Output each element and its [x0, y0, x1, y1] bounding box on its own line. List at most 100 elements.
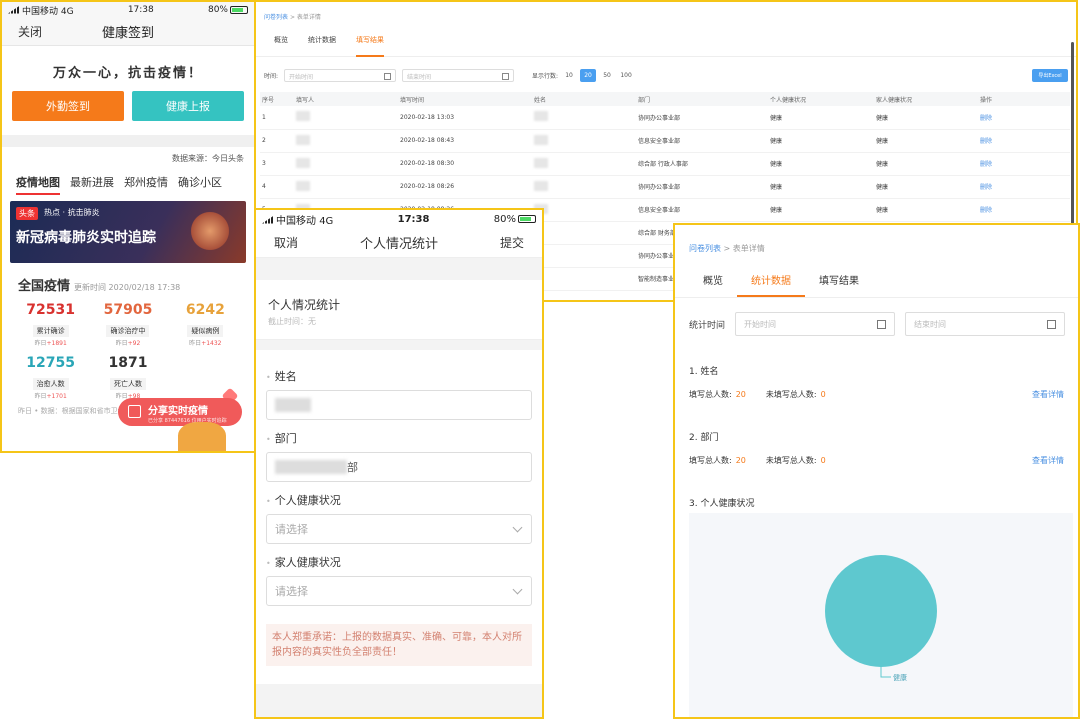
- page-size-10[interactable]: 10: [561, 69, 577, 82]
- row-delete-link[interactable]: 删除: [978, 175, 1070, 199]
- row-delete-link[interactable]: 删除: [978, 106, 1070, 130]
- tab-latest-progress[interactable]: 最新进展: [70, 174, 114, 195]
- health-checkin-phone: 中国移动 4G 17:38 80% 关闭 健康签到 万众一心，抗击疫情！ 外勤签…: [0, 0, 256, 453]
- tab-results[interactable]: 填写结果: [805, 264, 873, 297]
- family-health-placeholder: 请选择: [275, 585, 308, 598]
- banner-tagtext: 热点 · 抗击肺炎: [44, 208, 100, 217]
- row-name: [532, 106, 636, 130]
- pie-slice[interactable]: [825, 555, 937, 667]
- name-label: 姓名: [266, 368, 532, 384]
- table-row: 1 2020-02-18 13:03 协同办公事业部 健康 健康 删除: [260, 106, 1070, 130]
- unfilled-count: 0: [820, 390, 826, 399]
- page-size-20[interactable]: 20: [580, 69, 597, 82]
- view-details-link[interactable]: 查看详情: [1032, 455, 1064, 466]
- row-personal-health: 健康: [768, 152, 874, 176]
- stat-label: 死亡人数: [109, 378, 146, 390]
- export-excel-button[interactable]: 导出Excel: [1032, 69, 1068, 82]
- filled-count: 20: [735, 456, 746, 465]
- row-index: 2: [260, 129, 294, 153]
- field-checkin-button[interactable]: 外勤签到: [12, 91, 124, 121]
- stat-delta: 昨日+1432: [167, 338, 244, 347]
- end-date-input[interactable]: 结束时间: [402, 69, 515, 82]
- question-counts: 填写总人数: 20 未填写总人数: 0 查看详情: [675, 377, 1078, 400]
- table-row: 3 2020-02-18 08:30 综合部 行政人事部 健康 健康 删除: [260, 152, 1070, 176]
- question-block: 2. 部门 填写总人数: 20 未填写总人数: 0 查看详情: [675, 430, 1078, 466]
- tab-statistics[interactable]: 统计数据: [308, 35, 336, 56]
- page-size-100[interactable]: 100: [618, 69, 634, 82]
- family-health-label: 家人健康状况: [266, 554, 532, 570]
- stat-number: 1871: [108, 355, 148, 371]
- status-bar-2: 中国移动 4G 17:38 80%: [256, 210, 542, 228]
- share-button[interactable]: 分享实时疫情 已分享 87447616 位用户实时追踪: [118, 398, 242, 426]
- view-details-link[interactable]: 查看详情: [1032, 389, 1064, 400]
- share-title: 分享实时疫情: [148, 406, 208, 417]
- stats-grid: 72531 累计确诊 昨日+1891 57905 确诊治疗中 昨日+92 6242 疑似病例昨…: [2, 294, 254, 400]
- redacted-value: [534, 157, 548, 168]
- breadcrumb-link[interactable]: 问卷列表: [264, 14, 288, 21]
- col-name: 姓名: [532, 92, 636, 106]
- redacted-value: [534, 134, 548, 145]
- dept-label: 部门: [266, 430, 532, 446]
- start-date-input[interactable]: 开始时间: [284, 69, 397, 82]
- news-banner[interactable]: 头条 热点 · 抗击肺炎 新冠病毒肺炎实时追踪: [10, 201, 246, 263]
- col-family-health: 家人健康状况: [874, 92, 978, 106]
- signal-icon: [262, 215, 274, 224]
- breadcrumb-current-2: 表单详情: [732, 244, 765, 253]
- stat-number: 72531: [26, 302, 76, 318]
- tab-zhengzhou[interactable]: 郑州疫情: [124, 174, 168, 195]
- tab-confirmed-communities[interactable]: 确诊小区: [178, 174, 222, 195]
- stat-label: 疑似病例: [187, 325, 224, 337]
- tab-results[interactable]: 填写结果: [356, 35, 384, 57]
- breadcrumb-link-2[interactable]: 问卷列表: [689, 244, 721, 253]
- submit-button[interactable]: 提交: [500, 234, 524, 251]
- nav-bar: 关闭 健康签到: [2, 18, 254, 46]
- filled-label: 填写总人数:: [689, 390, 732, 399]
- row-time: 2020-02-18 13:03: [398, 106, 532, 130]
- tab-statistics[interactable]: 统计数据: [737, 264, 805, 297]
- row-name: [532, 129, 636, 153]
- dept-field[interactable]: 部: [266, 452, 532, 482]
- banner-headline: 新冠病毒肺炎实时追踪: [16, 230, 156, 246]
- row-delete-link[interactable]: 删除: [978, 129, 1070, 153]
- name-field[interactable]: [266, 390, 532, 420]
- tab-overview[interactable]: 概览: [274, 35, 288, 56]
- question-counts: 填写总人数: 20 未填写总人数: 0 查看详情: [675, 443, 1078, 466]
- national-title-text: 全国疫情: [18, 279, 71, 294]
- stats-end-date[interactable]: 结束时间: [905, 312, 1066, 336]
- row-delete-link[interactable]: 删除: [978, 152, 1070, 176]
- battery-percent-2: 80%: [493, 213, 516, 225]
- vertical-scrollbar[interactable]: [1071, 42, 1074, 224]
- row-dept: 协同办公事业部: [636, 175, 768, 199]
- cancel-button[interactable]: 取消: [274, 234, 298, 251]
- stat-label: 确诊治疗中: [106, 325, 150, 337]
- health-report-button[interactable]: 健康上报: [132, 91, 244, 121]
- stat-delta-value: +1891: [46, 340, 67, 347]
- data-source: 数据来源：今日头条: [172, 154, 244, 163]
- stat-delta-value: +92: [127, 340, 141, 347]
- tab-overview[interactable]: 概览: [689, 264, 737, 297]
- action-buttons: 外勤签到 健康上报: [2, 91, 254, 121]
- row-delete-link[interactable]: 删除: [978, 198, 1070, 222]
- tab-bar: 概览 统计数据 填写结果: [256, 21, 1076, 57]
- network: 4G: [60, 6, 74, 17]
- stat-delta-prefix: 昨日: [34, 393, 47, 400]
- row-family-health: 健康: [874, 175, 978, 199]
- family-health-select[interactable]: 请选择: [266, 576, 532, 606]
- redacted-value: [296, 134, 310, 145]
- table-row: 2 2020-02-18 08:43 信息安全事业部 健康 健康 删除: [260, 129, 1070, 153]
- stat-delta-prefix: 昨日: [34, 340, 47, 347]
- commitment-notice: 本人郑重承诺：上报的数据真实、准确、可靠，本人对所报内容的真实性负全部责任！: [266, 624, 532, 666]
- personal-health-placeholder: 请选择: [275, 523, 308, 536]
- carrier: 中国移动: [22, 6, 59, 17]
- close-button[interactable]: 关闭: [18, 23, 42, 40]
- clock: 17:38: [127, 5, 154, 15]
- stat-delta-value: +1432: [201, 340, 222, 347]
- pie-slice-label: 健康: [893, 673, 907, 682]
- row-name: [532, 267, 636, 291]
- stats-start-date[interactable]: 开始时间: [735, 312, 896, 336]
- tab-epidemic-map[interactable]: 疫情地图: [16, 174, 60, 195]
- breadcrumb-2: 问卷列表 > 表单详情: [675, 225, 1078, 254]
- battery-icon: [229, 5, 248, 14]
- personal-health-select[interactable]: 请选择: [266, 514, 532, 544]
- page-size-50[interactable]: 50: [599, 69, 615, 82]
